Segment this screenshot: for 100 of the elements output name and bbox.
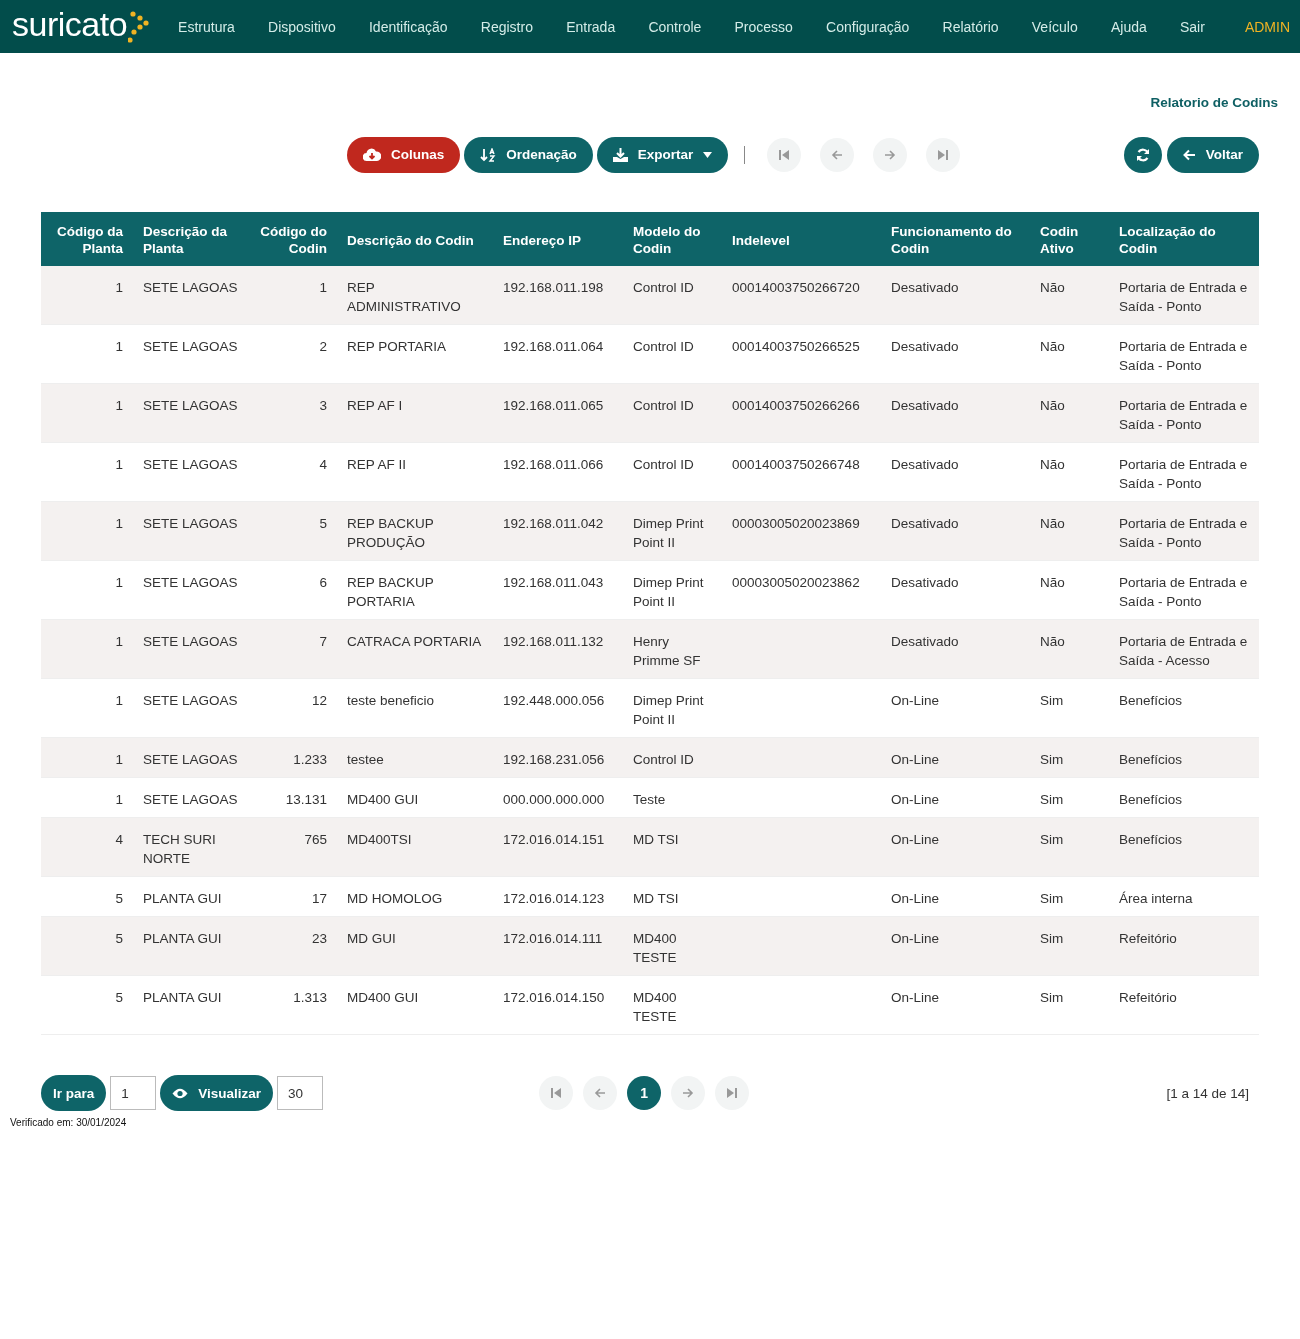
table-cell: Não — [1040, 516, 1065, 531]
table-cell: SETE LAGOAS — [143, 516, 238, 531]
column-header[interactable]: Codin Ativo — [1030, 212, 1109, 266]
brand-logo[interactable]: suricato — [12, 6, 128, 41]
table-cell: Desativado — [891, 575, 959, 590]
nav-link[interactable]: Veículo — [1031, 18, 1078, 35]
nav-link[interactable]: Configuração — [826, 18, 910, 35]
table-cell: REP BACKUP PORTARIA — [347, 575, 434, 609]
table-cell: 5 — [115, 891, 123, 906]
table-cell: SETE LAGOAS — [143, 752, 238, 767]
page-size-input[interactable]: 30 — [277, 1076, 324, 1110]
back-button[interactable]: Voltar — [1166, 136, 1259, 173]
column-header[interactable]: Código da Planta — [41, 212, 133, 266]
sort-button[interactable]: Ordenação — [464, 136, 593, 173]
table-cell: Control ID — [633, 280, 694, 295]
go-to-button[interactable]: Ir para — [41, 1075, 107, 1111]
caret-icon — [703, 151, 713, 158]
table-cell: Benefícios — [1119, 792, 1183, 807]
sort-icon — [480, 147, 497, 162]
table-cell: Sim — [1040, 990, 1064, 1005]
table-cell: 00014003750266720 — [732, 280, 860, 295]
column-header[interactable]: Descrição do Codin — [337, 212, 493, 266]
nav-link[interactable]: Processo — [734, 18, 793, 35]
table-cell: 1.233 — [293, 752, 327, 767]
table-cell: Portaria de Entrada e Saída - Ponto — [1119, 575, 1248, 609]
table-cell: SETE LAGOAS — [143, 398, 238, 413]
table-cell: CATRACA PORTARIA — [347, 634, 482, 649]
table-cell: On-Line — [891, 832, 940, 847]
table-cell: Control ID — [633, 339, 694, 354]
arrow-left-icon — [1182, 148, 1196, 161]
table-cell: Portaria de Entrada e Saída - Acesso — [1119, 634, 1248, 668]
nav-link[interactable]: Ajuda — [1110, 18, 1147, 35]
table-cell: Não — [1040, 280, 1065, 295]
nav-link[interactable]: Relatório — [942, 18, 999, 35]
columns-button[interactable]: Colunas — [347, 136, 461, 173]
nav-link[interactable]: Estrutura — [178, 18, 235, 35]
table-cell: REP PORTARIA — [347, 339, 447, 354]
table-cell: MD400TSI — [347, 832, 412, 847]
table-cell: MD400 GUI — [347, 990, 419, 1005]
nav-link[interactable]: Registro — [480, 18, 533, 35]
table-cell: On-Line — [891, 693, 940, 708]
table-cell: Desativado — [891, 398, 959, 413]
table-cell: Control ID — [633, 752, 694, 767]
column-header[interactable]: Indelevel — [722, 212, 881, 266]
column-header[interactable]: Descrição da Planta — [133, 212, 250, 266]
column-header[interactable]: Funcionamento do Codin — [881, 212, 1030, 266]
nav-link[interactable]: Dispositivo — [268, 18, 336, 35]
view-button[interactable]: Visualizar — [160, 1075, 274, 1111]
table-cell: 1 — [115, 339, 123, 354]
user-name[interactable]: ADMIN — [1244, 18, 1290, 35]
table-cell: SETE LAGOAS — [143, 693, 238, 708]
export-button[interactable]: Exportar — [596, 136, 729, 173]
table-cell: Sim — [1040, 832, 1064, 847]
column-header[interactable]: Código do Codin — [250, 212, 337, 266]
pager-button[interactable]: 1 — [627, 1076, 662, 1110]
table-cell: 172.016.014.111 — [503, 931, 603, 946]
table-cell: MD HOMOLOG — [347, 891, 443, 906]
last-page-icon — [726, 1087, 739, 1099]
table-cell: 23 — [311, 931, 327, 946]
page-input[interactable]: 1 — [110, 1076, 157, 1110]
table-cell: 192.168.011.065 — [503, 398, 604, 413]
table-cell: Teste — [633, 792, 666, 807]
table-cell: 1 — [115, 516, 123, 531]
table-cell: REP AF I — [347, 398, 403, 413]
table-cell: Sim — [1040, 891, 1064, 906]
nav-link[interactable]: Sair — [1179, 18, 1205, 35]
table-cell: 1.313 — [293, 990, 327, 1005]
table-cell: 00014003750266266 — [732, 398, 860, 413]
column-header[interactable]: Modelo do Codin — [623, 212, 722, 266]
nav-link[interactable]: Controle — [648, 18, 702, 35]
arrow-right-icon — [682, 1087, 695, 1099]
table-cell: 5 — [115, 931, 123, 946]
nav-link[interactable]: Entrada — [566, 18, 616, 35]
table-cell: MD TSI — [633, 832, 679, 847]
column-header[interactable]: Localização do Codin — [1109, 212, 1259, 266]
record-range: [1 a 14 de 14] — [1166, 1086, 1249, 1101]
nav-link[interactable]: Identificação — [369, 18, 448, 35]
table-cell: teste beneficio — [347, 693, 435, 708]
table-cell: SETE LAGOAS — [143, 339, 238, 354]
table-cell: Portaria de Entrada e Saída - Ponto — [1119, 280, 1248, 314]
table-cell: PLANTA GUI — [143, 891, 222, 906]
table-cell: Sim — [1040, 931, 1064, 946]
table-cell: Portaria de Entrada e Saída - Ponto — [1119, 457, 1248, 491]
refresh-icon — [1135, 147, 1150, 162]
table-cell: 1 — [115, 398, 123, 413]
table-cell: 5 — [115, 990, 123, 1005]
table-cell: On-Line — [891, 891, 940, 906]
table-cell: SETE LAGOAS — [143, 575, 238, 590]
table-cell: 12 — [311, 693, 327, 708]
table-cell: 192.168.011.043 — [503, 575, 604, 590]
table-cell: 00003005020023862 — [732, 575, 860, 590]
table-cell: 5 — [319, 516, 327, 531]
refresh-button[interactable] — [1123, 136, 1162, 173]
table-cell: 4 — [115, 832, 123, 847]
column-header[interactable]: Endereço IP — [493, 212, 623, 266]
table-cell: On-Line — [891, 931, 940, 946]
table-cell: 172.016.014.151 — [503, 832, 605, 847]
arrow-left-icon — [594, 1087, 607, 1099]
table-cell: Benefícios — [1119, 693, 1183, 708]
table-cell: 3 — [319, 398, 327, 413]
